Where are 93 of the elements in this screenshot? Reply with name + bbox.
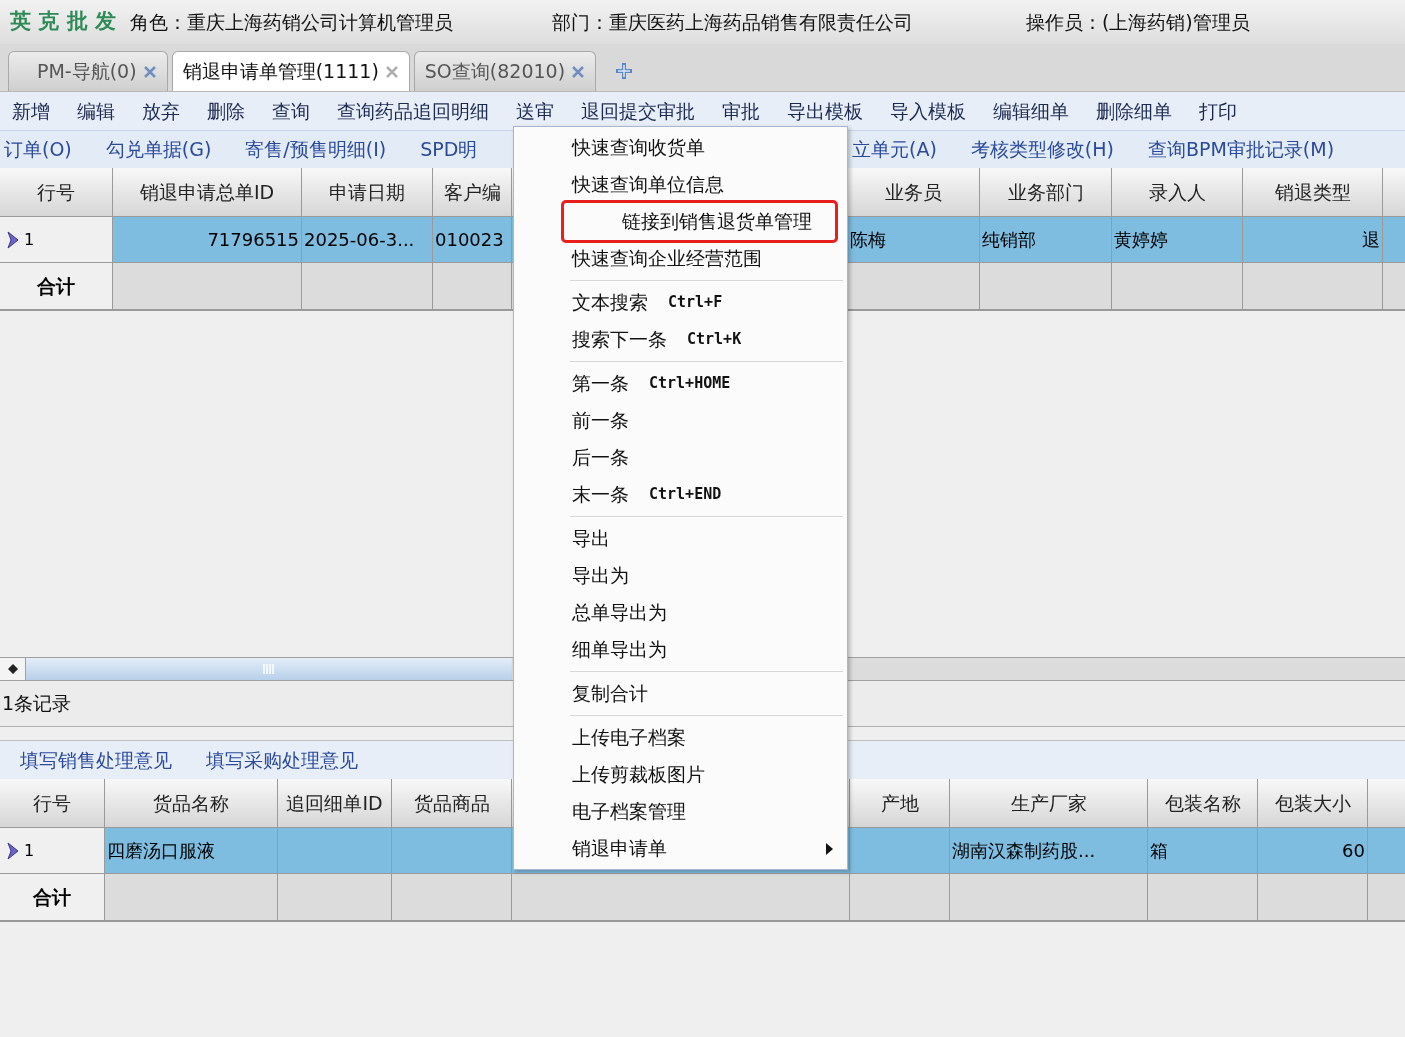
total-label: 合计	[37, 273, 75, 299]
toolbar-button[interactable]: 勾兑单据(G)	[105, 135, 212, 164]
grip-icon	[263, 664, 275, 674]
table-cell: 退	[1243, 217, 1383, 263]
toolbar-button[interactable]: 打印	[1199, 96, 1237, 126]
toolbar-button[interactable]: 新增	[12, 96, 50, 126]
toolbar-button[interactable]: 审批	[722, 96, 760, 126]
toolbar-button[interactable]: 考核类型修改(H)	[970, 135, 1114, 164]
table-cell: 2025-06-3...	[302, 217, 433, 263]
menu-item[interactable]: 快速查询收货单	[514, 129, 847, 166]
close-icon[interactable]	[384, 64, 399, 79]
row-number: 1	[24, 839, 35, 862]
column-header[interactable]: 行号	[0, 168, 113, 216]
menu-item[interactable]: 销退申请单	[514, 830, 847, 867]
column-header[interactable]: 客户编	[433, 168, 512, 216]
column-header[interactable]: 产地	[850, 779, 950, 827]
row-number: 1	[24, 228, 35, 251]
tab[interactable]: 销退申请单管理(1111)	[171, 51, 410, 91]
toolbar-button[interactable]: 删除	[207, 96, 245, 126]
toolbar-button[interactable]: 查询	[272, 96, 310, 126]
column-header[interactable]: 货品商品	[392, 779, 512, 827]
menu-item[interactable]: 搜索下一条 Ctrl+K	[514, 321, 847, 358]
toolbar-button[interactable]: 导出模板	[787, 96, 863, 126]
toolbar-button[interactable]: 删除细单	[1096, 96, 1172, 126]
shortcut-label: Ctrl+END	[649, 484, 722, 506]
role-label: 角色：重庆上海药销公司计算机管理员	[129, 9, 454, 35]
column-header[interactable]: 录入人	[1112, 168, 1243, 216]
scroll-left-icon[interactable]	[7, 664, 18, 674]
table-cell: 四磨汤口服液	[105, 828, 278, 874]
menu-item[interactable]: 总单导出为	[514, 594, 847, 631]
toolbar-button[interactable]: 订单(O)	[4, 135, 72, 164]
table-cell: 陈梅	[848, 217, 980, 263]
column-header[interactable]: 业务员	[848, 168, 980, 216]
close-icon[interactable]	[142, 64, 157, 79]
toolbar-button[interactable]: 放弃	[142, 96, 180, 126]
table-cell: 71796515	[113, 217, 302, 263]
menu-item[interactable]: 快速查询单位信息	[514, 166, 847, 203]
column-header[interactable]: 销退申请总单ID	[113, 168, 302, 216]
toolbar-button[interactable]: 编辑	[77, 96, 115, 126]
menu-item[interactable]: 复制合计	[514, 675, 847, 712]
column-header[interactable]: 追回细单ID	[278, 779, 392, 827]
menu-item[interactable]: 末一条 Ctrl+END	[514, 476, 847, 513]
toolbar-button[interactable]: 编辑细单	[993, 96, 1069, 126]
toolbar-button[interactable]: 送审	[516, 96, 554, 126]
menu-item[interactable]: 上传电子档案	[514, 719, 847, 756]
table-cell: 纯销部	[980, 217, 1112, 263]
menu-item[interactable]: 导出	[514, 520, 847, 557]
menu-item[interactable]: 细单导出为	[514, 631, 847, 668]
app-logo: 英 克 批 发	[10, 8, 116, 36]
menu-item[interactable]: 电子档案管理	[514, 793, 847, 830]
tab[interactable]: SO查询(82010)	[413, 51, 597, 91]
table-cell: 湖南汉森制药股...	[950, 828, 1148, 874]
column-header[interactable]: 销退类型	[1243, 168, 1383, 216]
total-label: 合计	[33, 884, 71, 910]
toolbar-button[interactable]: 立单元(A)	[852, 135, 937, 164]
operator-label: 操作员：(上海药销)管理员	[1025, 9, 1250, 35]
toolbar-button[interactable]: SPD明	[420, 135, 478, 164]
column-header[interactable]: 生产厂家	[950, 779, 1148, 827]
tab[interactable]: PM-导航(0)	[8, 51, 168, 91]
column-header[interactable]: 货品名称	[105, 779, 278, 827]
toolbar-button[interactable]: 退回提交审批	[581, 96, 695, 126]
toolbar-button[interactable]: 填写销售处理意见	[20, 745, 172, 775]
column-header[interactable]: 行号	[0, 779, 105, 827]
close-icon[interactable]	[571, 64, 586, 79]
menu-item[interactable]: 导出为	[514, 557, 847, 594]
row-pointer-icon	[6, 841, 20, 860]
submenu-arrow-icon	[825, 842, 833, 855]
toolbar-button[interactable]: 填写采购处理意见	[206, 745, 358, 775]
table-cell: 箱	[1148, 828, 1258, 874]
table-cell: 010023	[433, 217, 512, 263]
menu-item[interactable]: 上传剪裁板图片	[514, 756, 847, 793]
department-label: 部门：重庆医药上海药品销售有限责任公司	[551, 9, 914, 35]
menu-item[interactable]: 后一条	[514, 439, 847, 476]
column-header[interactable]: 业务部门	[980, 168, 1112, 216]
column-header[interactable]: 申请日期	[302, 168, 433, 216]
record-count: 1条记录	[2, 691, 72, 717]
toolbar-button[interactable]: 导入模板	[890, 96, 966, 126]
menu-item[interactable]: 第一条 Ctrl+HOME	[514, 365, 847, 402]
column-header[interactable]: 包装名称	[1148, 779, 1258, 827]
menu-item[interactable]: 文本搜索 Ctrl+F	[514, 284, 847, 321]
add-tab-icon[interactable]	[614, 61, 635, 81]
column-header[interactable]: 包装大小	[1258, 779, 1368, 827]
shortcut-label: Ctrl+F	[668, 292, 723, 314]
toolbar-button[interactable]: 查询BPM审批记录(M)	[1147, 135, 1335, 164]
toolbar-button[interactable]: 寄售/预售明细(I)	[245, 135, 387, 164]
row-pointer-icon	[6, 230, 20, 249]
table-cell: 60	[1258, 828, 1368, 874]
shortcut-label: Ctrl+K	[687, 329, 742, 351]
shortcut-label: Ctrl+HOME	[649, 373, 731, 395]
table-cell: 黄婷婷	[1112, 217, 1243, 263]
toolbar-button[interactable]: 查询药品追回明细	[337, 96, 489, 126]
menu-item[interactable]: 前一条	[514, 402, 847, 439]
scrollbar-thumb[interactable]	[26, 658, 512, 680]
